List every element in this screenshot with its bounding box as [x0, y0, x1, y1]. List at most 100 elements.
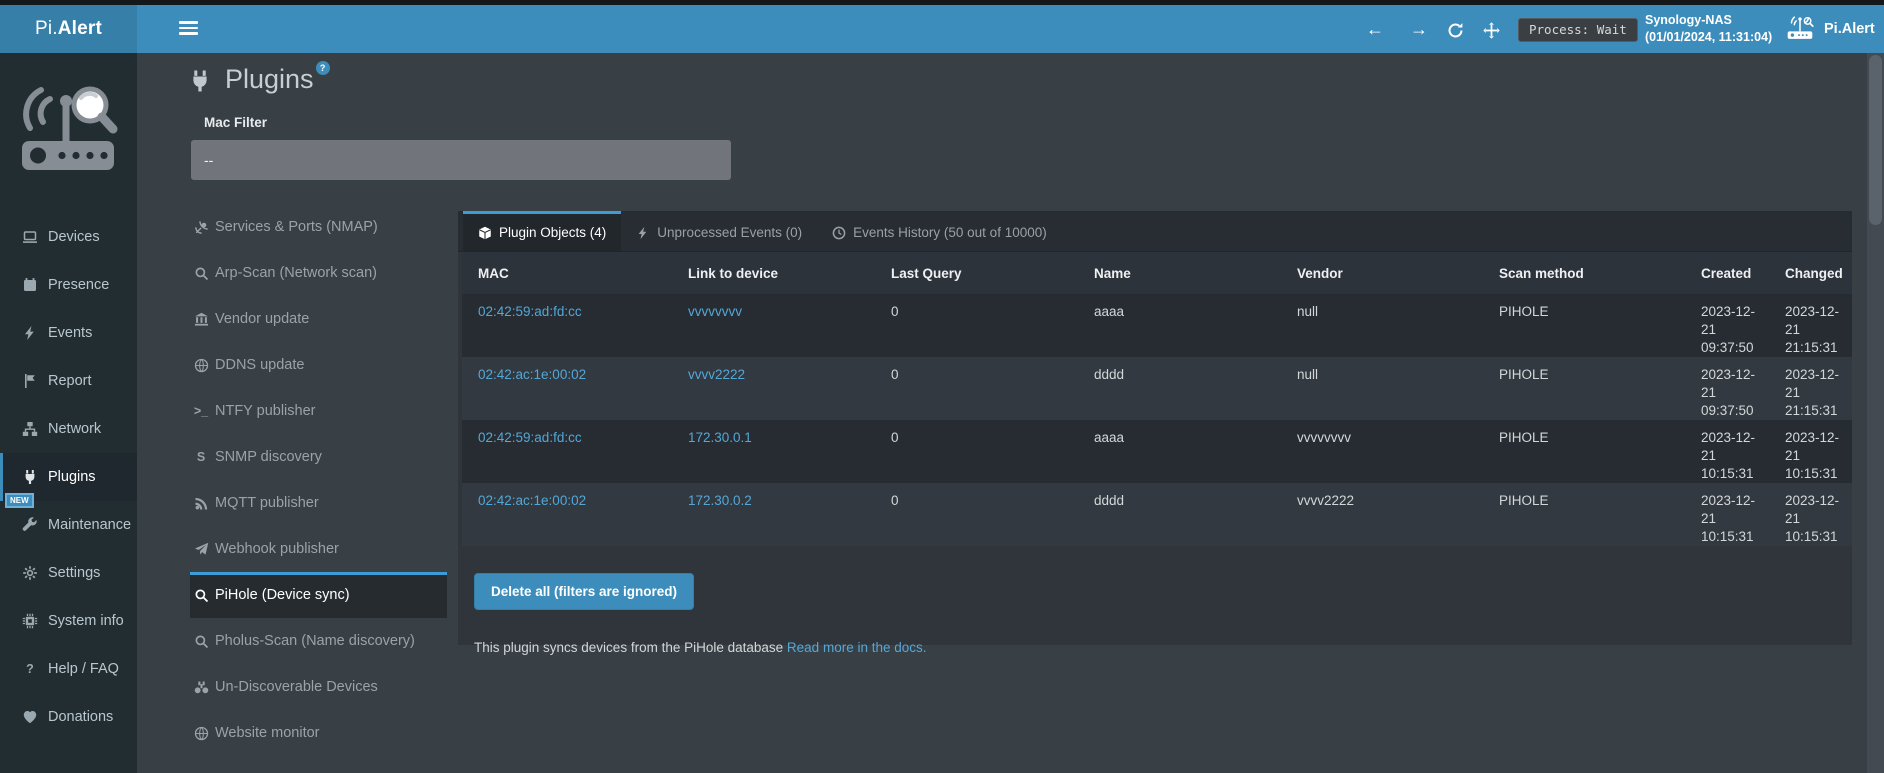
cell-mac: 02:42:ac:1e:00:02 [462, 357, 672, 420]
nav-back-icon[interactable]: ← [1366, 5, 1384, 53]
mac-link[interactable]: 02:42:ac:1e:00:02 [478, 367, 586, 382]
column-header-last-query[interactable]: Last Query [875, 252, 1078, 294]
table-row: 02:42:ac:1e:00:02vvvv22220ddddnullPIHOLE… [462, 357, 1852, 420]
help-badge[interactable]: ? [316, 61, 330, 75]
plugin-nav-item-snmp-discovery[interactable]: SSNMP discovery [190, 434, 447, 480]
plugin-nav-item-arp-scan-network-scan[interactable]: Arp-Scan (Network scan) [190, 250, 447, 296]
nav-forward-icon[interactable]: → [1410, 5, 1428, 53]
cell-vendor: vvvv2222 [1281, 483, 1483, 546]
sidebar-item-devices[interactable]: Devices [0, 213, 137, 261]
column-header-scan-method[interactable]: Scan method [1483, 252, 1685, 294]
table-row: 02:42:59:ad:fd:cc172.30.0.10aaaavvvvvvvv… [462, 420, 1852, 483]
main-content: Plugins ? Mac Filter -- Services & Ports… [137, 53, 1884, 773]
host-name: Synology-NAS [1645, 12, 1772, 29]
sitemap-icon [21, 421, 39, 437]
plugin-nav-item-vendor-update[interactable]: Vendor update [190, 296, 447, 342]
mac-link[interactable]: 02:42:59:ad:fd:cc [478, 430, 582, 445]
calendar-icon [21, 277, 39, 293]
sidebar-item-label: Settings [48, 565, 100, 581]
column-header-changed[interactable]: Changed [1769, 252, 1852, 294]
plugin-nav-item-website-monitor[interactable]: Website monitor [190, 710, 447, 756]
pialert-logo [14, 69, 124, 186]
sidebar-item-label: Events [48, 325, 92, 341]
sidebar-item-maintenance[interactable]: MaintenanceNEW [0, 501, 137, 549]
move-icon[interactable] [1483, 5, 1500, 53]
sidebar-item-network[interactable]: Network [0, 405, 137, 453]
cell-link: 172.30.0.2 [672, 483, 875, 546]
column-header-vendor[interactable]: Vendor [1281, 252, 1483, 294]
read-docs-link[interactable]: Read more in the docs. [787, 640, 927, 655]
sidebar-item-report[interactable]: Report [0, 357, 137, 405]
tab-unprocessed-events-0[interactable]: Unprocessed Events (0) [621, 211, 817, 251]
s-letter-icon: S [192, 450, 210, 464]
sidebar-item-help-faq[interactable]: ?Help / FAQ [0, 645, 137, 693]
cell-vendor: null [1281, 357, 1483, 420]
cell-name: aaaa [1078, 294, 1281, 357]
tab-events-history-50-out-of-10000[interactable]: Events History (50 out of 10000) [817, 211, 1062, 251]
top-header: Pi.Alert ← → Process: Wait Synology-NAS … [0, 5, 1884, 53]
plugin-nav-item-label: PiHole (Device sync) [215, 587, 350, 603]
column-header-created[interactable]: Created [1685, 252, 1769, 294]
cube-icon [478, 226, 492, 240]
cell-created: 2023-12-21 09:37:50 [1685, 294, 1769, 357]
plugin-nav-item-webhook-publisher[interactable]: Webhook publisher [190, 526, 447, 572]
sidebar-item-presence[interactable]: Presence [0, 261, 137, 309]
mac-link[interactable]: 02:42:ac:1e:00:02 [478, 493, 586, 508]
column-header-name[interactable]: Name [1078, 252, 1281, 294]
app-name: Pi.Alert [1824, 5, 1875, 53]
delete-all-button[interactable]: Delete all (filters are ignored) [474, 573, 694, 610]
plugin-nav-item-ntfy-publisher[interactable]: >_NTFY publisher [190, 388, 447, 434]
cell-changed: 2023-12-21 21:15:31 [1769, 294, 1852, 357]
column-header-link-to-device[interactable]: Link to device [672, 252, 875, 294]
mac-link[interactable]: 02:42:59:ad:fd:cc [478, 304, 582, 319]
link-link[interactable]: 172.30.0.1 [688, 430, 752, 445]
link-link[interactable]: 172.30.0.2 [688, 493, 752, 508]
plugin-nav-item-label: DDNS update [215, 357, 304, 373]
tab-plugin-objects-4[interactable]: Plugin Objects (4) [463, 211, 621, 251]
sidebar-item-system-info[interactable]: System info [0, 597, 137, 645]
plugin-nav-item-services-ports-nmap[interactable]: Services & Ports (NMAP) [190, 204, 447, 250]
page-title: Plugins ? [188, 63, 330, 98]
tab-label: Plugin Objects (4) [499, 225, 606, 240]
terminal-icon: >_ [192, 404, 210, 418]
table-row: 02:42:ac:1e:00:02172.30.0.20ddddvvvv2222… [462, 483, 1852, 546]
cell-mac: 02:42:59:ad:fd:cc [462, 294, 672, 357]
wrench-icon [21, 517, 39, 533]
plugin-nav-item-label: Webhook publisher [215, 541, 339, 557]
sidebar-item-label: Network [48, 421, 101, 437]
sidebar-toggle-icon[interactable] [179, 21, 198, 37]
host-info: Synology-NAS (01/01/2024, 11:31:04) [1645, 12, 1772, 46]
link-link[interactable]: vvvvvvvv [688, 304, 742, 319]
cell-last-query: 0 [875, 483, 1078, 546]
plugin-nav-item-pholus-scan-name-discovery[interactable]: Pholus-Scan (Name discovery) [190, 618, 447, 664]
plugin-nav-item-ddns-update[interactable]: DDNS update [190, 342, 447, 388]
mac-filter-label: Mac Filter [204, 115, 267, 130]
sidebar-item-donations[interactable]: Donations [0, 693, 137, 741]
mac-filter-input[interactable]: -- [191, 140, 731, 180]
scrollbar-thumb[interactable] [1869, 55, 1882, 225]
sidebar-item-settings[interactable]: Settings [0, 549, 137, 597]
cell-created: 2023-12-21 10:15:31 [1685, 483, 1769, 546]
column-header-mac[interactable]: MAC [462, 252, 672, 294]
search-icon [192, 634, 210, 649]
tab-bar: Plugin Objects (4) Unprocessed Events (0)… [458, 211, 1852, 252]
clock-icon [832, 226, 846, 240]
binoculars-icon [192, 680, 210, 695]
cell-mac: 02:42:59:ad:fd:cc [462, 420, 672, 483]
refresh-icon[interactable] [1447, 5, 1464, 53]
plugin-nav-item-un-discoverable-devices[interactable]: Un-Discoverable Devices [190, 664, 447, 710]
plug-icon [188, 69, 212, 98]
bolt-icon [21, 325, 39, 341]
router-icon [1782, 14, 1818, 48]
cell-last-query: 0 [875, 420, 1078, 483]
cell-vendor: null [1281, 294, 1483, 357]
plugin-nav: Services & Ports (NMAP)Arp-Scan (Network… [190, 204, 447, 756]
sidebar-item-label: Report [48, 373, 92, 389]
link-link[interactable]: vvvv2222 [688, 367, 745, 382]
brand-logo[interactable]: Pi.Alert [0, 5, 137, 53]
plugin-nav-item-mqtt-publisher[interactable]: MQTT publisher [190, 480, 447, 526]
plugin-nav-item-label: Un-Discoverable Devices [215, 679, 378, 695]
cell-last-query: 0 [875, 357, 1078, 420]
sidebar-item-events[interactable]: Events [0, 309, 137, 357]
plugin-nav-item-pihole-device-sync[interactable]: PiHole (Device sync) [190, 572, 447, 618]
